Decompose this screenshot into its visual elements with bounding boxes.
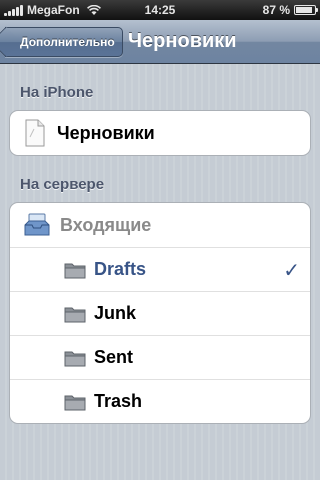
folder-label: Trash [94, 391, 143, 411]
page-title: Черновики [128, 30, 237, 52]
document-icon [25, 119, 45, 147]
iphone-mailbox-group: Черновики [9, 110, 311, 156]
back-button[interactable]: Дополнительно [5, 27, 123, 57]
folder-label: Drafts [94, 259, 147, 279]
checkmark-icon: ✓ [283, 260, 300, 282]
mailbox-label: Черновики [57, 122, 155, 143]
folder-row-junk[interactable]: Junk [10, 291, 310, 335]
folder-icon [64, 351, 86, 366]
folder-row-trash[interactable]: Trash [10, 379, 310, 423]
status-right: 87 % [262, 3, 318, 17]
battery-percent: 87 % [262, 3, 290, 17]
battery-fill [296, 7, 312, 13]
battery-icon [294, 5, 318, 15]
inbox-tray-icon [24, 213, 50, 236]
section-header-iphone: На iPhone [20, 84, 94, 101]
folder-icon [64, 395, 86, 410]
folder-label: Sent [94, 347, 134, 367]
folder-icon [64, 263, 86, 278]
section-header-server: На сервере [20, 176, 105, 193]
server-mailbox-group: Входящие Drafts ✓ Junk Sent Trash [9, 202, 311, 424]
mailbox-drafts-local[interactable]: Черновики [10, 111, 310, 155]
folder-label: Junk [94, 303, 137, 323]
navigation-bar: Дополнительно Черновики [0, 20, 320, 64]
status-bar: MegaFon 14:25 87 % [0, 0, 320, 20]
folder-row-sent[interactable]: Sent [10, 335, 310, 379]
account-inbox-row: Входящие [10, 203, 310, 247]
folder-icon [64, 307, 86, 322]
back-button-label: Дополнительно [20, 35, 115, 49]
account-label: Входящие [60, 214, 152, 235]
folder-row-drafts[interactable]: Drafts ✓ [10, 247, 310, 291]
